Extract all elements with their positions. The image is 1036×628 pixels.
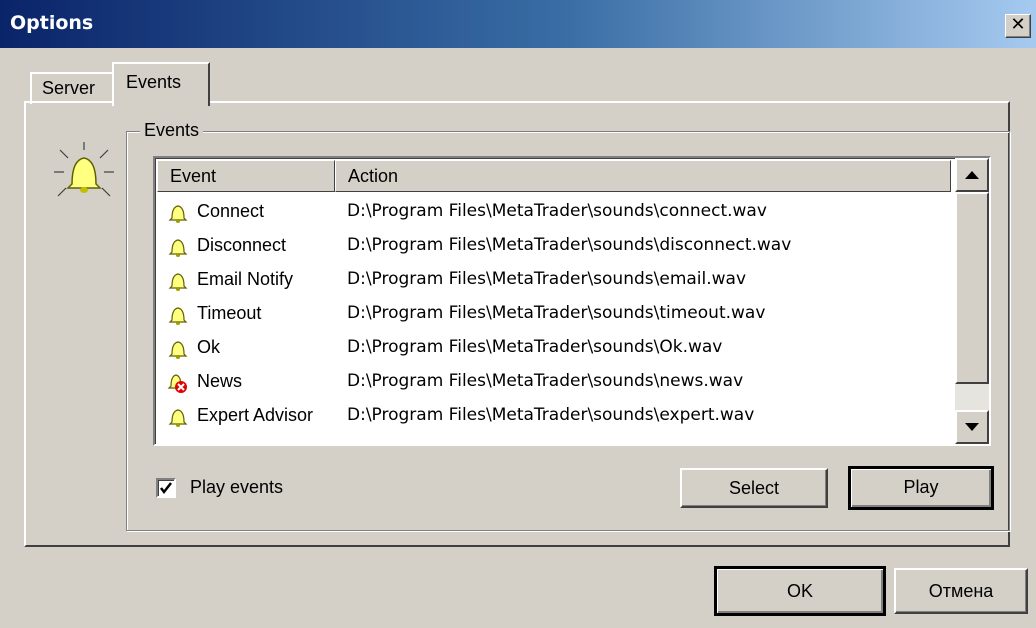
arrow-up-icon — [965, 171, 979, 179]
events-group-label: Events — [140, 120, 204, 141]
window-title: Options — [10, 12, 94, 34]
title-bar[interactable]: Options ✕ — [0, 0, 1036, 48]
ok-button-label: OK — [786, 581, 813, 601]
list-item[interactable]: Expert Advisor D:\Program Files\MetaTrade… — [157, 400, 947, 434]
events-list[interactable]: Event Action Connect D:\Program Files\Met… — [153, 156, 991, 446]
event-action-path: D:\Program Files\MetaTrader\sounds\email… — [347, 269, 747, 289]
event-name: News — [197, 371, 243, 391]
checkmark-icon — [160, 482, 172, 495]
tab-server-label: Server — [42, 78, 96, 98]
event-action-path: D:\Program Files\MetaTrader\sounds\timeo… — [347, 303, 766, 323]
event-action-path: D:\Program Files\MetaTrader\sounds\disco… — [347, 235, 792, 255]
event-action-path: D:\Program Files\MetaTrader\sounds\Ok.wa… — [347, 337, 723, 357]
select-button[interactable]: Select — [680, 468, 828, 508]
list-item[interactable]: News D:\Program Files\MetaTrader\sounds\n… — [157, 366, 947, 400]
close-button[interactable]: ✕ — [1005, 14, 1031, 38]
event-action-path: D:\Program Files\MetaTrader\sounds\exper… — [347, 405, 755, 425]
bell-icon — [167, 406, 189, 428]
list-item[interactable]: Timeout D:\Program Files\MetaTrader\sound… — [157, 298, 947, 332]
scroll-up-button[interactable] — [955, 158, 989, 192]
scroll-down-button[interactable] — [955, 410, 989, 444]
cancel-button-label: Отмена — [928, 581, 994, 601]
list-header: Event Action — [157, 160, 957, 194]
column-header-event[interactable]: Event — [157, 160, 335, 192]
bell-icon — [167, 270, 189, 292]
play-button-label: Play — [903, 477, 939, 497]
select-button-label: Select — [728, 478, 780, 498]
play-events-checkbox[interactable] — [156, 478, 176, 498]
ok-button[interactable]: OK — [714, 566, 886, 616]
list-item[interactable]: Disconnect D:\Program Files\MetaTrader\so… — [157, 230, 947, 264]
event-name: Connect — [197, 201, 265, 221]
event-action-path: D:\Program Files\MetaTrader\sounds\conne… — [347, 201, 767, 221]
play-events-label: Play events — [190, 477, 284, 497]
bell-icon — [167, 236, 189, 258]
event-action-path: D:\Program Files\MetaTrader\sounds\news.… — [347, 371, 744, 391]
column-header-action[interactable]: Action — [335, 160, 951, 192]
bell-icon — [167, 338, 189, 360]
scroll-thumb[interactable] — [955, 192, 989, 384]
event-name: Expert Advisor — [197, 405, 314, 425]
list-item[interactable]: Ok D:\Program Files\MetaTrader\sounds\Ok.… — [157, 332, 947, 366]
list-item[interactable]: Email Notify D:\Program Files\MetaTrader\… — [157, 264, 947, 298]
event-name: Email Notify — [197, 269, 294, 289]
arrow-down-icon — [965, 423, 979, 431]
tab-events-label: Events — [126, 72, 182, 92]
bell-disabled-icon — [167, 372, 189, 394]
event-name: Ok — [197, 337, 221, 357]
tab-server[interactable]: Server — [30, 72, 114, 104]
event-name: Timeout — [197, 303, 262, 323]
cancel-button[interactable]: Отмена — [894, 568, 1028, 614]
ringing-bell-icon — [54, 142, 114, 197]
bell-icon — [167, 304, 189, 326]
bell-icon — [167, 202, 189, 224]
close-icon: ✕ — [1010, 14, 1026, 35]
play-button[interactable]: Play — [848, 466, 994, 510]
list-item[interactable]: Connect D:\Program Files\MetaTrader\sound… — [157, 196, 947, 230]
tab-events[interactable]: Events — [112, 62, 210, 106]
event-name: Disconnect — [197, 235, 287, 255]
list-scrollbar[interactable] — [955, 158, 989, 444]
